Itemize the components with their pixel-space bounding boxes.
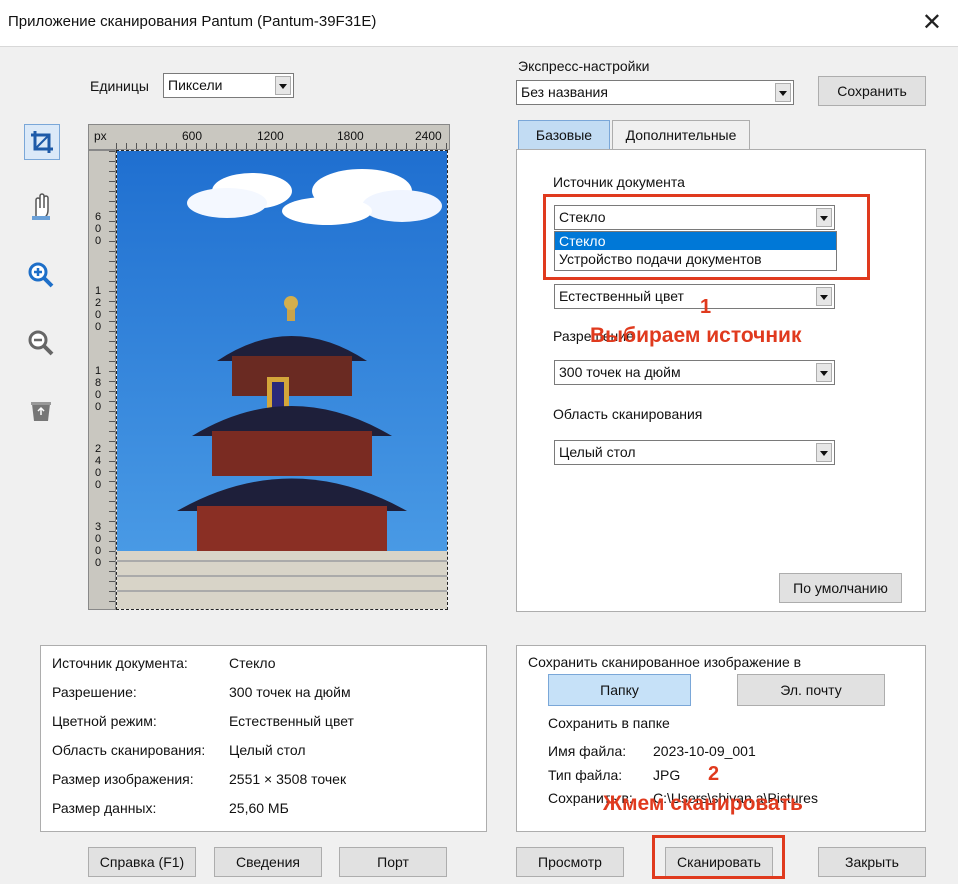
info-button[interactable]: Сведения — [214, 847, 322, 877]
ruler-left: 6 0 0 1 2 0 0 1 8 0 0 2 4 0 0 3 0 0 0 — [88, 150, 116, 610]
file-name-value: 2023-10-09_001 — [653, 743, 756, 759]
zoom-in-icon[interactable] — [24, 258, 58, 292]
zoom-out-icon[interactable] — [24, 326, 58, 360]
summary-value: 300 точек на дюйм — [229, 684, 351, 700]
annotation-box-2 — [652, 835, 785, 879]
help-button[interactable]: Справка (F1) — [88, 847, 196, 877]
ruler-tick: 1 2 0 0 — [95, 285, 102, 333]
summary-row: Область сканирования: Целый стол — [52, 742, 472, 771]
summary-value: Целый стол — [229, 742, 306, 758]
save-preset-button[interactable]: Сохранить — [818, 76, 926, 106]
summary-value: 2551 × 3508 точек — [229, 771, 347, 787]
area-select[interactable]: Целый стол — [554, 440, 835, 465]
summary-value: Естественный цвет — [229, 713, 354, 729]
express-select[interactable]: Без названия — [516, 80, 794, 105]
annotation-number-2: 2 — [708, 763, 720, 785]
chevron-down-icon[interactable] — [816, 363, 832, 382]
email-button[interactable]: Эл. почту — [737, 674, 885, 706]
summary-key: Область сканирования: — [52, 742, 206, 758]
annotation-text-1: Выбираем источник — [590, 324, 802, 347]
preview-image[interactable] — [116, 150, 448, 610]
chevron-down-icon[interactable] — [275, 76, 291, 95]
ruler-tick: 1800 — [337, 129, 364, 143]
chevron-down-icon[interactable] — [775, 83, 791, 102]
source-label: Источник документа — [553, 174, 685, 190]
resolution-select[interactable]: 300 точек на дюйм — [554, 360, 835, 385]
summary-value: Стекло — [229, 655, 276, 671]
express-label: Экспресс-настройки — [518, 58, 650, 74]
ruler-tick: 3 0 0 0 — [95, 521, 102, 569]
summary-value: 25,60 МБ — [229, 800, 289, 816]
title-bar: Приложение сканирования Pantum (Pantum-3… — [0, 0, 958, 47]
summary-row: Разрешение: 300 точек на дюйм — [52, 684, 472, 713]
crop-icon[interactable] — [24, 124, 60, 160]
summary-row: Цветной режим: Естественный цвет — [52, 713, 472, 742]
units-value: Пиксели — [168, 77, 223, 93]
ruler-tick: 600 — [182, 129, 203, 143]
tab-basic[interactable]: Базовые — [518, 120, 610, 150]
summary-key: Разрешение: — [52, 684, 137, 700]
chevron-down-icon[interactable] — [816, 287, 832, 306]
summary-row: Источник документа: Стекло — [52, 655, 472, 684]
summary-list: Источник документа: Стекло Разрешение: 300… — [52, 655, 472, 829]
summary-key: Цветной режим: — [52, 713, 157, 729]
annotation-text-2: Жмем сканировать — [603, 792, 803, 815]
window-title: Приложение сканирования Pantum (Pantum-3… — [8, 13, 377, 30]
summary-key: Источник документа: — [52, 655, 188, 671]
ruler-unit: px — [94, 129, 107, 143]
chevron-down-icon[interactable] — [816, 443, 832, 462]
summary-row: Размер изображения: 2551 × 3508 точек — [52, 771, 472, 800]
area-value: Целый стол — [559, 444, 636, 460]
units-select[interactable]: Пиксели — [163, 73, 294, 98]
port-button[interactable]: Порт — [339, 847, 447, 877]
area-label: Область сканирования — [553, 406, 703, 422]
ruler-tick: 2400 — [415, 129, 442, 143]
preview-button[interactable]: Просмотр — [516, 847, 624, 877]
units-label: Единицы — [90, 78, 149, 94]
express-value: Без названия — [521, 84, 608, 100]
folder-title: Сохранить в папке — [548, 715, 670, 731]
annotation-number-1: 1 — [700, 296, 712, 318]
file-type-value: JPG — [653, 767, 681, 783]
save-title: Сохранить сканированное изображение в — [528, 654, 802, 670]
summary-key: Размер данных: — [52, 800, 157, 816]
close-button[interactable]: Закрыть — [818, 847, 926, 877]
recycle-bin-icon[interactable] — [24, 394, 58, 428]
color-select[interactable]: Естественный цвет — [554, 284, 835, 309]
ruler-tick: 2 4 0 0 — [95, 443, 102, 491]
folder-button[interactable]: Папку — [548, 674, 691, 706]
hand-icon[interactable] — [24, 190, 58, 224]
ruler-tick: 1 8 0 0 — [95, 365, 102, 413]
file-type-label: Тип файла: — [548, 767, 623, 783]
default-button[interactable]: По умолчанию — [779, 573, 902, 603]
color-value: Естественный цвет — [559, 288, 684, 304]
ruler-tick: 6 0 0 — [95, 211, 102, 247]
close-icon[interactable]: ✕ — [922, 8, 942, 37]
ruler-tick: 1200 — [257, 129, 284, 143]
file-name-label: Имя файла: — [548, 743, 627, 759]
summary-key: Размер изображения: — [52, 771, 194, 787]
tab-advanced[interactable]: Дополнительные — [612, 120, 750, 150]
annotation-box-1 — [543, 194, 870, 280]
resolution-value: 300 точек на дюйм — [559, 364, 681, 380]
ruler-top: px 600 1200 1800 2400 — [88, 124, 450, 150]
summary-row: Размер данных: 25,60 МБ — [52, 800, 472, 829]
